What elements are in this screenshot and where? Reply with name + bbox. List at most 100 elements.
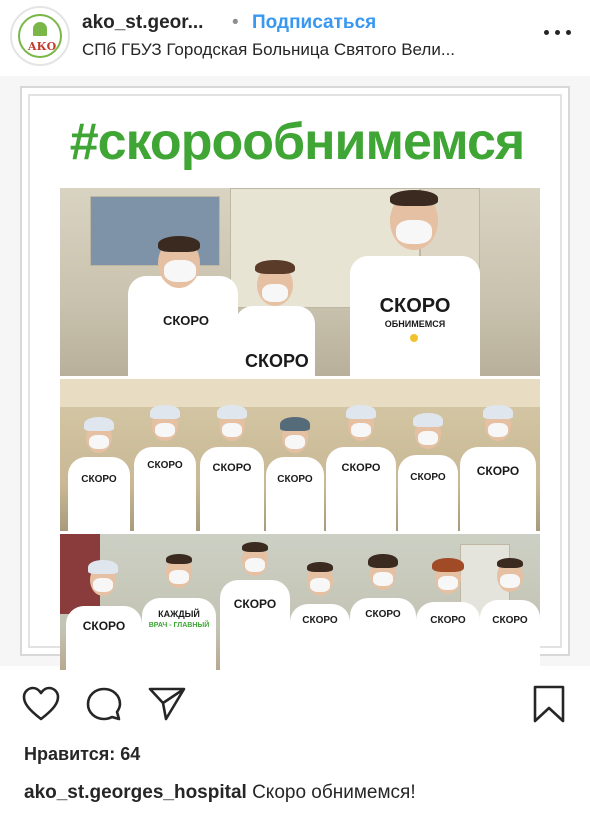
person: СКОРО [266,415,324,531]
shirt-print: СКОРО [82,619,126,633]
location-link[interactable]: СПб ГБУЗ Городская Больница Святого Вели… [82,40,455,60]
t-shirt: СКОРО ОБНИМЕМСЯ [350,256,480,376]
likes-count[interactable]: Нравится: 64 [24,744,140,765]
face-mask [164,260,196,282]
medical-cap [483,405,513,419]
face-mask [500,574,520,588]
avatar[interactable]: АКО [10,6,70,66]
t-shirt: СКОРО [68,457,130,531]
person: СКОРО [398,411,458,531]
person: СКОРО [326,403,396,531]
medical-cap [217,405,247,419]
medical-cap [413,413,443,427]
t-shirt: СКОРО [350,598,416,670]
hair [255,260,295,274]
comment-icon[interactable] [86,686,122,722]
medical-cap [280,417,310,431]
post-header: АКО ako_st.geor... • Подписаться СПб ГБУ… [0,0,590,76]
send-icon[interactable] [148,686,186,722]
shirt-print: КАЖДЫЙ [158,609,200,619]
logo-mark-icon [33,22,47,36]
face-mask [155,423,175,437]
bookmark-icon[interactable] [532,684,566,724]
shirt-print: ВРАЧ - ГЛАВНЫЙ [148,622,210,629]
face-mask [93,578,113,592]
shirt-print: СКОРО [233,597,277,611]
face-mask [89,435,109,449]
person: СКОРО [290,560,350,670]
face-mask [438,576,458,590]
person: СКОРО [350,554,416,670]
shirt-print: СКОРО [212,462,252,474]
t-shirt: КАЖДЫЙ ВРАЧ - ГЛАВНЫЙ [142,598,216,670]
photo-bottom: СКОРО КАЖДЫЙ ВРАЧ - ГЛАВНЫЙ СКОРО СКОРО … [60,534,540,670]
more-horizontal-icon[interactable] [544,22,572,42]
t-shirt: СКОРО [480,600,540,670]
hair [432,558,464,572]
post-caption: ako_st.georges_hospital Скоро обнимемся! [24,782,416,804]
shirt-print: СКОРО [245,351,309,371]
person: СКОРО ОБНИМЕМСЯ [340,188,490,376]
hair [166,554,192,564]
medical-cap [150,405,180,419]
shirt-print: СКОРО [81,474,117,485]
person: СКОРО [66,560,142,670]
shirt-print: СКОРО [430,615,466,626]
t-shirt: СКОРО [235,306,315,376]
face-mask [285,435,305,449]
shirt-print: СКОРО [476,464,520,478]
avatar-logo: АКО [18,14,62,58]
t-shirt: СКОРО [266,457,324,531]
image-frame-inner: #скорообнимемся СКОРО СКОРО СКОРО ОБНИМЕ… [28,94,562,670]
t-shirt: СКОРО [66,606,142,670]
face-mask [488,423,508,437]
person: СКОРО [460,403,536,531]
t-shirt: СКОРО [220,580,290,670]
avatar-logo-text: АКО [27,40,57,53]
hair [368,554,398,568]
action-bar [0,676,590,736]
person: СКОРО [120,228,240,376]
face-mask [169,570,189,584]
caption-username[interactable]: ako_st.georges_hospital [24,782,247,803]
t-shirt: СКОРО [134,447,196,531]
username-link[interactable]: ako_st.geor... [82,12,203,34]
face-mask [373,572,393,586]
hashtag-title: #скорообнимемся [69,113,525,171]
photo-middle: СКОРО СКОРО СКОРО СКОРО СКОРО СКОРО СКОР… [60,379,540,531]
shirt-print: СКОРО [277,474,313,485]
hair [307,562,333,572]
face-mask [310,578,330,592]
person: СКОРО [134,403,196,531]
photo-top: СКОРО СКОРО СКОРО ОБНИМЕМСЯ [60,188,540,376]
caption-text: Скоро обнимемся! [252,782,416,803]
t-shirt: СКОРО [128,276,238,376]
face-mask [418,431,438,445]
person: СКОРО [235,258,315,376]
t-shirt: СКОРО [460,447,536,531]
heart-icon[interactable] [22,686,60,722]
shirt-print: СКОРО [341,462,381,474]
shirt-print: СКОРО [302,615,338,626]
image-frame: #скорообнимемся СКОРО СКОРО СКОРО ОБНИМЕ… [20,86,570,670]
separator-dot: • [232,12,239,33]
smiley-icon [410,334,418,342]
shirt-print: СКОРО [410,472,446,483]
hair [390,190,438,206]
t-shirt: СКОРО [290,604,350,670]
subscribe-button[interactable]: Подписаться [252,12,376,34]
shirt-print: СКОРО [147,460,183,471]
hair [158,236,200,252]
shirt-print: СКОРО [492,615,528,626]
person: СКОРО [480,556,540,670]
person: СКОРО [200,403,264,531]
t-shirt: СКОРО [200,447,264,531]
hair [497,558,523,568]
post-image[interactable]: #скорообнимемся СКОРО СКОРО СКОРО ОБНИМЕ… [0,76,590,670]
medical-cap [84,417,114,431]
t-shirt: СКОРО [398,455,458,531]
face-mask [262,284,288,302]
shirt-print: СКОРО [379,295,451,317]
person: КАЖДЫЙ ВРАЧ - ГЛАВНЫЙ [142,552,216,670]
person: СКОРО [220,540,290,670]
